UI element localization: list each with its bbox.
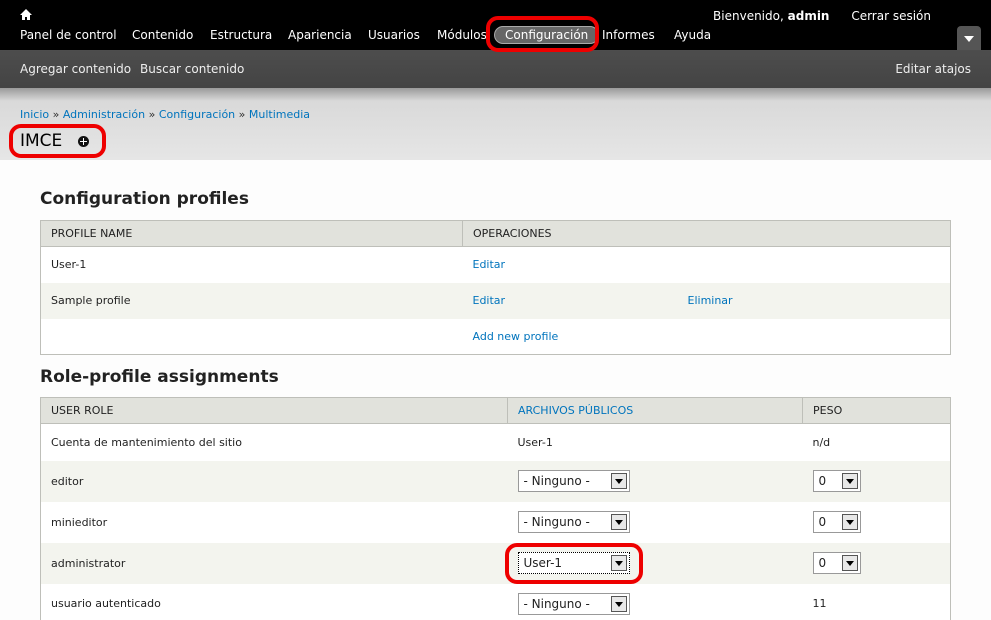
home-icon[interactable] xyxy=(19,8,33,22)
roles-col-public-files[interactable]: ARCHIVOS PÚBLICOS xyxy=(507,397,803,424)
chevron-down-icon xyxy=(610,514,627,530)
profiles-table: PROFILE NAME OPERACIONES User-1 Editar S… xyxy=(40,220,951,355)
select-value: - Ninguno - xyxy=(523,596,590,611)
weight-select[interactable]: 0 xyxy=(812,470,861,492)
menu-item-dashboard[interactable]: Panel de control xyxy=(20,28,117,42)
breadcrumb: Inicio » Administración » Configuración … xyxy=(20,108,310,121)
profiles-col-operations: OPERACIONES xyxy=(462,220,951,247)
select-value: - Ninguno - xyxy=(523,474,590,488)
profile-name: Sample profile xyxy=(40,282,463,319)
table-row: User-1 Editar xyxy=(40,246,951,283)
edit-profile-link[interactable]: Editar xyxy=(473,294,506,307)
breadcrumb-separator: » xyxy=(52,108,60,121)
profile-select[interactable]: - Ninguno - xyxy=(517,511,630,533)
menu-item-modules[interactable]: Módulos xyxy=(437,28,487,42)
role-profile-value: User-1 xyxy=(507,423,803,461)
roles-col-role: USER ROLE xyxy=(40,397,508,424)
menu-item-users[interactable]: Usuarios xyxy=(368,28,420,42)
breadcrumb-media[interactable]: Multimedia xyxy=(249,108,310,121)
page-header: Inicio » Administración » Configuración … xyxy=(0,88,991,160)
menu-item-content[interactable]: Contenido xyxy=(132,28,193,42)
menu-item-reports[interactable]: Informes xyxy=(602,28,655,42)
weight-select[interactable]: 0 xyxy=(812,552,861,574)
chevron-down-icon xyxy=(610,595,627,612)
shortcuts-toggle-button[interactable] xyxy=(957,26,981,50)
edit-profile-link[interactable]: Editar xyxy=(473,258,506,271)
chevron-down-icon xyxy=(610,555,627,571)
logout-link[interactable]: Cerrar sesión xyxy=(851,9,931,23)
chevron-down-icon xyxy=(841,514,858,530)
breadcrumb-admin[interactable]: Administración xyxy=(63,108,145,121)
profile-name: User-1 xyxy=(40,246,463,283)
select-value: 0 xyxy=(818,556,827,570)
role-assignments-table: USER ROLE ARCHIVOS PÚBLICOS PESO Cuenta … xyxy=(40,397,951,620)
role-name: usuario autenticado xyxy=(40,583,508,620)
menu-item-help[interactable]: Ayuda xyxy=(674,28,711,42)
select-value: - Ninguno - xyxy=(523,515,590,529)
breadcrumb-home[interactable]: Inicio xyxy=(20,108,49,121)
table-row: Cuenta de mantenimiento del sitio User-1… xyxy=(40,423,951,461)
select-value: User-1 xyxy=(523,556,563,570)
menu-item-structure[interactable]: Estructura xyxy=(210,28,272,42)
delete-profile-link[interactable]: Eliminar xyxy=(688,294,733,307)
profiles-heading: Configuration profiles xyxy=(40,189,249,209)
shortcut-add-content[interactable]: Agregar contenido xyxy=(20,62,131,76)
add-new-profile-link[interactable]: Add new profile xyxy=(473,330,559,343)
shortcuts-bar: Agregar contenido Buscar contenido Edita… xyxy=(0,50,991,88)
table-row: administrator User-1 0 xyxy=(40,542,951,584)
edit-shortcuts-link[interactable]: Editar atajos xyxy=(895,62,971,76)
menu-item-configuration[interactable]: Configuración xyxy=(494,26,600,44)
admin-toolbar: Bienvenido, admin Cerrar sesión Panel de… xyxy=(0,0,991,50)
breadcrumb-config[interactable]: Configuración xyxy=(159,108,235,121)
profile-select[interactable]: User-1 xyxy=(517,552,630,574)
greeting-text: Bienvenido, xyxy=(713,9,784,23)
menu-item-appearance[interactable]: Apariencia xyxy=(288,28,352,42)
main-content: Configuration profiles PROFILE NAME OPER… xyxy=(0,160,991,620)
role-name: editor xyxy=(40,460,508,502)
select-value: 0 xyxy=(818,515,827,529)
role-weight-value: n/d xyxy=(802,423,951,461)
add-shortcut-icon[interactable] xyxy=(78,136,89,147)
user-area: Bienvenido, admin Cerrar sesión xyxy=(713,9,931,23)
page-title: IMCE xyxy=(20,131,63,151)
weight-select[interactable]: 0 xyxy=(812,511,861,533)
role-name: administrator xyxy=(40,542,508,584)
profiles-col-name: PROFILE NAME xyxy=(40,220,463,247)
table-row: Add new profile xyxy=(40,318,951,355)
username[interactable]: admin xyxy=(788,9,830,23)
profile-select[interactable]: - Ninguno - xyxy=(517,592,630,615)
roles-col-weight: PESO xyxy=(802,397,951,424)
role-weight-value: 11 xyxy=(802,583,951,620)
select-value: 0 xyxy=(818,474,827,488)
chevron-down-icon xyxy=(841,555,858,571)
profile-select[interactable]: - Ninguno - xyxy=(517,470,630,492)
table-row: editor - Ninguno - 0 xyxy=(40,460,951,502)
breadcrumb-separator: » xyxy=(238,108,246,121)
shortcut-find-content[interactable]: Buscar contenido xyxy=(140,62,244,76)
role-name: minieditor xyxy=(40,501,508,543)
chevron-down-icon xyxy=(841,473,858,489)
table-row: minieditor - Ninguno - 0 xyxy=(40,501,951,543)
role-assignments-heading: Role-profile assignments xyxy=(40,367,279,387)
breadcrumb-separator: » xyxy=(148,108,156,121)
role-name: Cuenta de mantenimiento del sitio xyxy=(40,423,508,461)
chevron-down-icon xyxy=(610,473,627,489)
chevron-down-icon xyxy=(964,36,974,42)
table-row: usuario autenticado - Ninguno - 11 xyxy=(40,583,951,620)
table-row: Sample profile Editar Eliminar xyxy=(40,282,951,319)
